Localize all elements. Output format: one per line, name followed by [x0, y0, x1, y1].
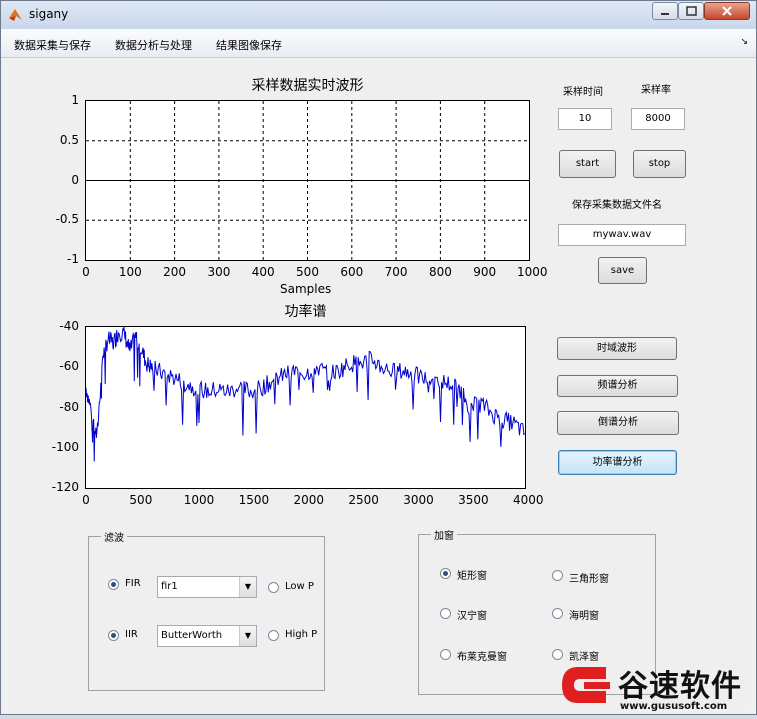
sample-time-input[interactable]: 10: [558, 108, 612, 130]
minimize-icon: [661, 13, 669, 15]
tick-label: 1: [71, 93, 79, 107]
plot1-axes: [85, 100, 530, 261]
iir-radio[interactable]: [108, 630, 119, 641]
tick-label: 3500: [458, 493, 489, 507]
highpass-radio[interactable]: [268, 630, 279, 641]
chevron-down-icon: ▼: [239, 626, 256, 646]
tick-label: 0: [82, 493, 90, 507]
close-button[interactable]: [704, 2, 750, 20]
tick-label: 4000: [513, 493, 544, 507]
maximize-icon: [686, 6, 697, 16]
menu-save-image[interactable]: 结果图像保存: [216, 37, 282, 53]
filter-panel-title: 滤波: [101, 529, 127, 544]
tick-label: 500: [129, 493, 153, 507]
filename-label: 保存采集数据文件名: [572, 200, 662, 211]
hann-window-radio[interactable]: [440, 608, 451, 619]
tick-label: -40: [59, 319, 79, 333]
tick-label: 800: [428, 265, 452, 279]
rect-window-label: 矩形窗: [457, 571, 487, 582]
fir-select[interactable]: fir1 ▼: [157, 576, 257, 598]
tick-label: -1: [67, 252, 79, 266]
tick-label: 500: [296, 265, 319, 279]
maximize-button[interactable]: [678, 2, 704, 20]
sample-rate-input[interactable]: 8000: [631, 108, 685, 130]
tick-label: 900: [473, 265, 497, 279]
iir-label: IIR: [125, 629, 138, 640]
menu-bar: 数据采集与保存 数据分析与处理 结果图像保存 ↘: [1, 29, 756, 58]
spectrum-button[interactable]: 频谱分析: [557, 375, 678, 397]
tick-label: 1000: [517, 265, 548, 279]
tick-label: -100: [51, 439, 79, 454]
hamming-window-radio[interactable]: [552, 608, 563, 619]
matlab-icon: [9, 9, 22, 21]
blackman-window-label: 布莱克曼窗: [457, 652, 507, 663]
tick-label: 0: [82, 265, 90, 279]
menu-data-acquisition[interactable]: 数据采集与保存: [14, 37, 91, 53]
tick-label: 0: [71, 172, 79, 187]
menu-overflow-icon[interactable]: ↘: [740, 37, 748, 47]
time-domain-button[interactable]: 时域波形: [557, 337, 677, 360]
tick-label: 2000: [293, 493, 325, 507]
rect-window-radio[interactable]: [440, 568, 451, 579]
window-title: sigany: [29, 7, 69, 21]
save-button[interactable]: save: [598, 257, 647, 284]
plot1-title: 采样数据实时波形: [251, 78, 364, 94]
gususoft-logo: 谷速软件 www.gususoft.com: [556, 659, 756, 715]
window-panel-title: 加窗: [431, 527, 457, 542]
tick-label: 2500: [348, 493, 379, 507]
title-bar: sigany: [1, 1, 756, 29]
chevron-down-icon: ▼: [239, 577, 256, 597]
tick-label: -60: [59, 359, 79, 374]
cepstrum-button[interactable]: 倒谱分析: [557, 411, 679, 435]
tick-label: 1000: [183, 493, 215, 507]
lowpass-label: Low P: [285, 581, 314, 592]
tick-label: 600: [340, 265, 364, 279]
psd-series: [85, 326, 526, 462]
fir-label: FIR: [125, 578, 141, 589]
stop-button[interactable]: stop: [633, 150, 686, 178]
plot2-title: 功率谱: [284, 304, 327, 320]
tick-label: -120: [51, 480, 79, 494]
tick-label: 100: [118, 265, 142, 279]
logo-text: 谷速软件: [618, 669, 742, 704]
plot1-xlabel: Samples: [280, 282, 332, 296]
sample-rate-label: 采样率: [641, 85, 671, 96]
psd-plot: [85, 326, 526, 462]
highpass-label: High P: [285, 629, 318, 640]
blackman-window-radio[interactable]: [440, 649, 451, 660]
hann-window-label: 汉宁窗: [457, 611, 487, 622]
menu-data-analysis[interactable]: 数据分析与处理: [115, 37, 192, 53]
waveform-plot: [86, 101, 529, 260]
tick-label: 300: [207, 265, 231, 279]
tick-label: 700: [384, 265, 408, 279]
iir-select[interactable]: ButterWorth ▼: [157, 625, 257, 647]
iir-select-value: ButterWorth: [161, 630, 223, 641]
lowpass-radio[interactable]: [268, 582, 279, 593]
app-window: sigany 数据采集与保存 数据分析与处理 结果图像保存 ↘ 采样数据实时波形…: [0, 0, 757, 715]
tri-window-radio[interactable]: [552, 570, 563, 581]
minimize-button[interactable]: [652, 2, 678, 20]
filter-panel: 滤波: [88, 529, 325, 691]
tick-label: 1500: [238, 493, 270, 507]
sample-time-label: 采样时间: [563, 87, 603, 98]
fir-select-value: fir1: [161, 581, 178, 592]
tick-label: 0.5: [59, 132, 79, 147]
tick-label: -0.5: [55, 212, 79, 227]
close-icon: [722, 6, 732, 16]
tick-label: 200: [163, 265, 187, 279]
tick-label: -80: [59, 399, 79, 414]
start-button[interactable]: start: [559, 150, 616, 178]
filename-input[interactable]: mywav.wav: [558, 224, 686, 246]
tick-label: 3000: [403, 493, 434, 507]
hamming-window-label: 海明窗: [569, 611, 599, 622]
plot2-axes: [85, 326, 526, 489]
tick-label: 400: [251, 265, 275, 279]
tri-window-label: 三角形窗: [569, 574, 609, 585]
psd-button[interactable]: 功率谱分析: [558, 450, 677, 475]
fir-radio[interactable]: [108, 579, 119, 590]
logo-url: www.gususoft.com: [620, 701, 728, 712]
